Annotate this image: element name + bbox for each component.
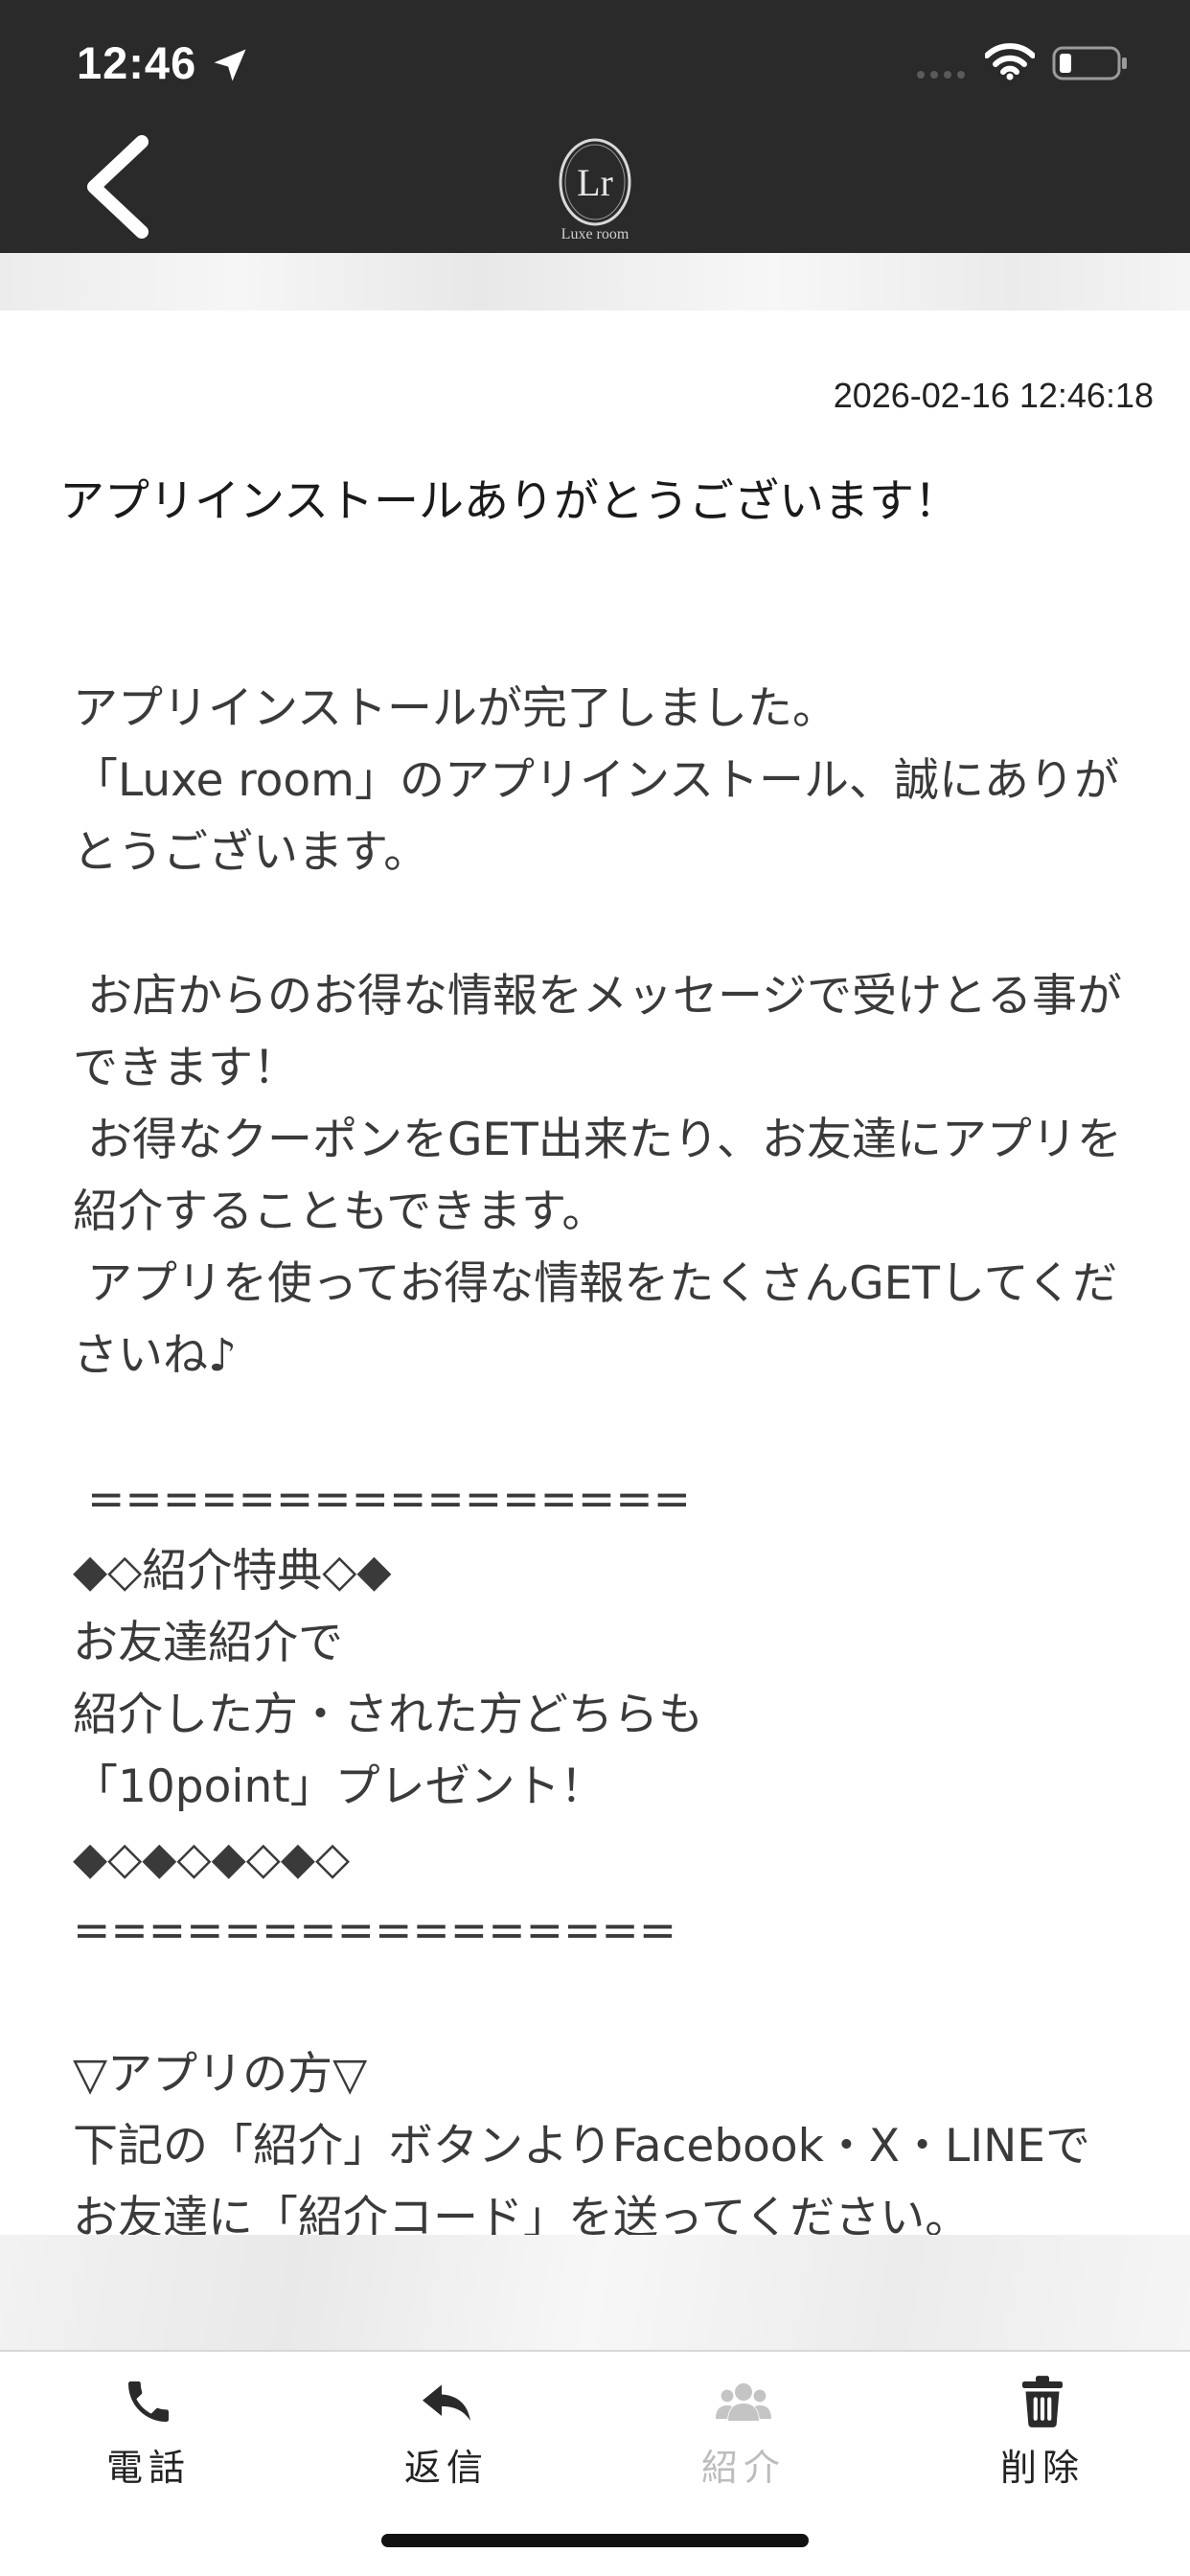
home-indicator[interactable] [381,2534,809,2547]
status-time: 12:46 [77,37,197,88]
marble-footer-strip [0,2235,1190,2350]
cellular-signal-icon [917,71,965,79]
delete-label: 削除 [999,2447,1085,2489]
reply-button[interactable]: 返信 [351,2361,542,2505]
message-body: アプリインストールが完了しました。 「Luxe room」のアプリインストール、… [73,682,1123,2235]
message-content[interactable]: 2026-02-16 12:46:18 アプリインストールありがとうございます！… [0,310,1190,2235]
phone-button[interactable]: 電話 [53,2361,244,2505]
phone-icon [128,2381,169,2422]
invite-label: 紹介 [700,2447,786,2489]
users-group-icon [716,2383,771,2421]
marble-header-strip [0,253,1190,310]
trash-icon [1022,2376,1063,2427]
logo-text: Luxe room [561,226,629,242]
phone-label: 電話 [105,2447,191,2489]
top-bar: 12:46 Lr Luxe room [0,0,1190,253]
message-timestamp: 2026-02-16 12:46:18 [833,376,1154,415]
reply-icon [423,2384,470,2421]
location-arrow-icon [214,49,246,81]
battery-icon [1052,46,1127,80]
delete-button[interactable]: 削除 [947,2361,1138,2505]
wifi-icon [985,43,1035,80]
message-title: アプリインストールありがとうございます！ [59,475,960,528]
svg-text:Lr: Lr [577,161,613,204]
message-detail-screen: 12:46 Lr Luxe room 2026-02-16 12:46:18 ア… [0,0,1190,2576]
back-chevron-icon[interactable] [77,134,163,240]
invite-button[interactable]: 紹介 [648,2361,839,2505]
reply-label: 返信 [403,2447,489,2489]
